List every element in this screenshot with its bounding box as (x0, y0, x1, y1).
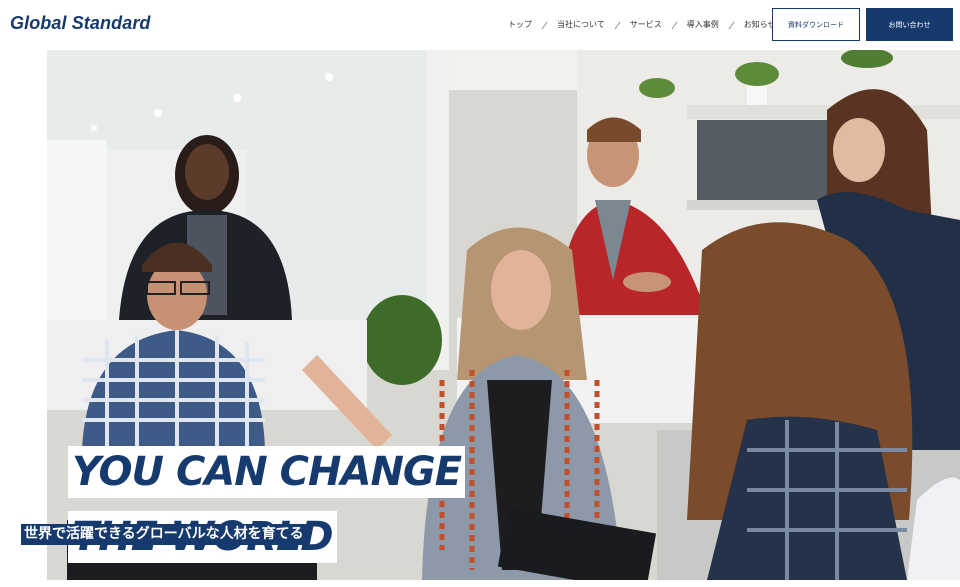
download-materials-button[interactable]: 資料ダウンロード (772, 8, 860, 41)
main-nav: トップ 当社について サービス 導入事例 お知らせ (508, 18, 776, 32)
nav-divider (541, 21, 548, 29)
contact-button[interactable]: お問い合わせ (866, 8, 953, 41)
hero-subheadline: 世界で活躍できるグローバルな人材を育てる (21, 524, 307, 545)
nav-divider (728, 21, 735, 29)
nav-item-services[interactable]: サービス (630, 18, 662, 32)
site-header: Global Standard トップ 当社について サービス 導入事例 お知ら… (0, 0, 960, 50)
nav-item-top[interactable]: トップ (508, 18, 532, 32)
nav-item-about[interactable]: 当社について (557, 18, 605, 32)
nav-item-news[interactable]: お知らせ (744, 18, 776, 32)
hero-photo (47, 50, 960, 580)
hero-section: YOU CAN CHANGE THE WORLD (47, 50, 960, 580)
nav-divider (614, 21, 621, 29)
nav-item-cases[interactable]: 導入事例 (687, 18, 719, 32)
site-logo[interactable]: Global Standard (10, 13, 151, 34)
nav-divider (671, 21, 678, 29)
hero-headline-line-1: YOU CAN CHANGE (68, 446, 466, 498)
